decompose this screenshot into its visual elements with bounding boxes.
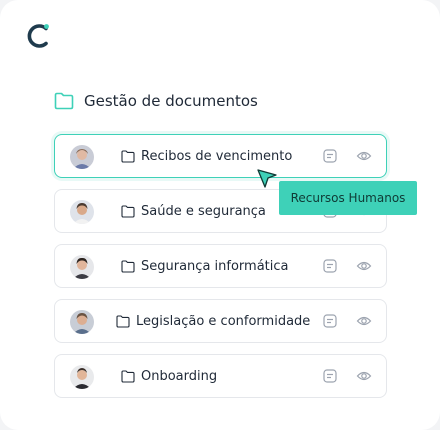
section-title-text: Gestão de documentos — [84, 92, 258, 110]
document-title: Segurança informática — [121, 245, 289, 287]
cursor-pointer-icon — [257, 169, 277, 188]
documents-list: Recibos de vencimento Saúde e segurança … — [54, 134, 387, 409]
section-title: Gestão de documentos — [54, 92, 258, 110]
eye-icon[interactable] — [356, 368, 372, 384]
avatar — [70, 310, 94, 334]
document-title-text: Recibos de vencimento — [141, 148, 293, 164]
avatar — [70, 365, 94, 389]
document-title: Onboarding — [121, 355, 217, 397]
tooltip: Recursos Humanos — [279, 181, 417, 215]
notes-icon[interactable] — [322, 258, 338, 274]
document-title-text: Legislação e conformidade — [136, 313, 311, 329]
document-title: Saúde e segurança — [121, 190, 266, 232]
document-title: Legislação e conformidade — [116, 300, 310, 342]
eye-icon[interactable] — [356, 258, 372, 274]
avatar — [70, 145, 94, 169]
folder-icon — [116, 314, 130, 328]
document-row-onboarding[interactable]: Onboarding — [54, 354, 387, 398]
notes-icon[interactable] — [322, 368, 338, 384]
document-row-seguranca-informatica[interactable]: Segurança informática — [54, 244, 387, 288]
document-title-text: Saúde e segurança — [141, 203, 266, 219]
notes-icon[interactable] — [322, 313, 338, 329]
document-row-recibos[interactable]: Recibos de vencimento — [54, 134, 387, 178]
document-title-text: Onboarding — [141, 368, 218, 384]
logo-icon — [27, 24, 49, 48]
eye-icon[interactable] — [356, 313, 372, 329]
eye-icon[interactable] — [356, 148, 372, 164]
notes-icon[interactable] — [322, 148, 338, 164]
tooltip-text: Recursos Humanos — [290, 191, 406, 205]
avatar — [70, 255, 94, 279]
avatar — [70, 200, 94, 224]
documents-card: Gestão de documentos Recibos de vencimen… — [0, 0, 440, 430]
folder-icon — [121, 149, 135, 163]
folder-icon — [54, 92, 74, 110]
folder-icon — [121, 369, 135, 383]
document-row-legislacao[interactable]: Legislação e conformidade — [54, 299, 387, 343]
document-title-text: Segurança informática — [141, 258, 289, 274]
folder-icon — [121, 259, 135, 273]
folder-icon — [121, 204, 135, 218]
